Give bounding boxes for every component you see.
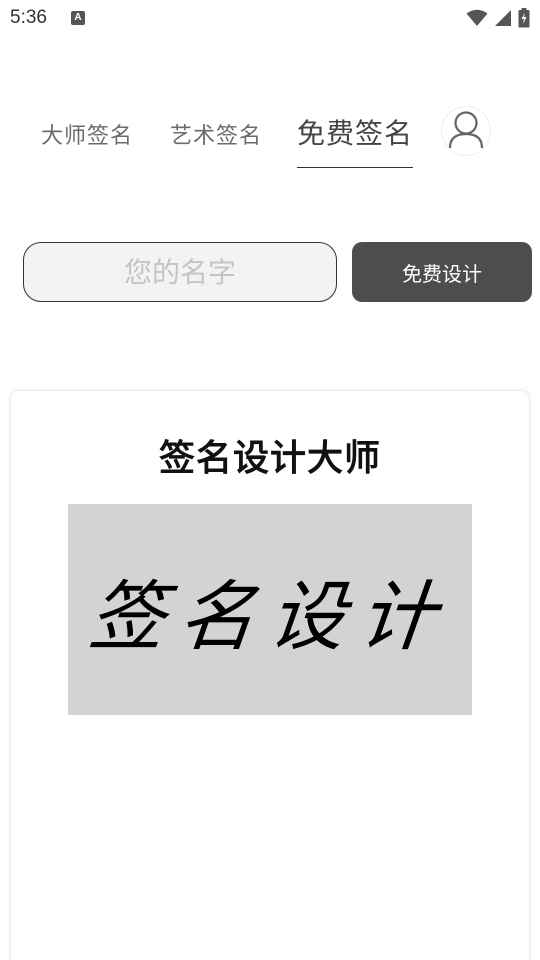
signature-card: 签名设计大师 签名设计: [11, 391, 529, 960]
signature-preview: 签名设计: [68, 504, 472, 715]
name-input[interactable]: [23, 242, 337, 302]
wifi-icon: [466, 9, 488, 27]
user-profile-button[interactable]: [441, 106, 491, 156]
app-screen: 5:36 A 大师签名 艺术签名 免费签名 您的名字 免费设计 签名设计大师 签…: [0, 0, 540, 960]
signal-icon: [494, 9, 512, 27]
status-time: 5:36: [10, 7, 47, 28]
notification-a-icon: A: [71, 11, 85, 25]
free-design-button[interactable]: 免费设计: [352, 242, 532, 302]
tab-bar: 大师签名 艺术签名 免费签名: [0, 100, 540, 170]
tab-master-signature[interactable]: 大师签名: [41, 118, 133, 150]
signature-sample-text: 签名设计: [84, 571, 454, 661]
card-title: 签名设计大师: [158, 438, 381, 479]
battery-icon: [518, 8, 530, 28]
status-icons: [466, 8, 530, 28]
tab-art-signature[interactable]: 艺术签名: [170, 118, 262, 150]
tab-free-signature[interactable]: 免费签名: [297, 112, 414, 168]
status-bar: 5:36 A: [0, 0, 540, 36]
user-icon: [447, 109, 485, 153]
